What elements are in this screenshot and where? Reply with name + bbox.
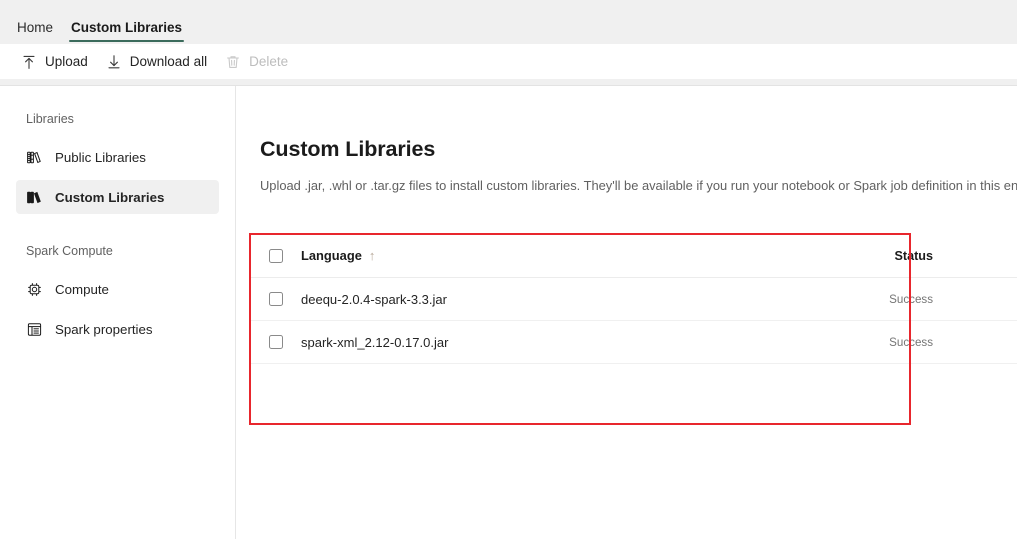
row-status: Success xyxy=(889,335,933,349)
sidebar-item-compute[interactable]: Compute xyxy=(16,272,219,306)
download-all-button[interactable]: Download all xyxy=(97,48,216,76)
tab-custom-libraries[interactable]: Custom Libraries xyxy=(62,20,191,45)
row-status: Success xyxy=(889,292,933,306)
column-header-status[interactable]: Status xyxy=(823,249,934,263)
upload-button[interactable]: Upload xyxy=(12,48,97,76)
toolbar-divider xyxy=(0,79,1017,86)
column-header-language[interactable]: Language ↑ xyxy=(283,248,823,263)
row-library-name: deequ-2.0.4-spark-3.3.jar xyxy=(301,291,447,307)
tab-strip: Home Custom Libraries xyxy=(0,0,1017,44)
row-checkbox[interactable] xyxy=(269,335,283,349)
delete-label: Delete xyxy=(249,54,289,69)
libraries-table: Language ↑ Status deequ-2.0.4-spark-3.3.… xyxy=(249,234,1017,406)
table-header-row: Language ↑ Status xyxy=(249,234,1017,278)
table-row[interactable]: spark-xml_2.12-0.17.0.jar Success xyxy=(249,321,1017,364)
page-body: Libraries Public Libraries Custom Librar… xyxy=(0,86,1017,539)
trash-icon xyxy=(225,54,241,70)
download-icon xyxy=(106,54,122,70)
upload-label: Upload xyxy=(45,54,88,69)
sidebar-item-spark-properties[interactable]: Spark properties xyxy=(16,312,219,346)
spark-properties-icon xyxy=(26,321,43,338)
sidebar-item-custom-libraries[interactable]: Custom Libraries xyxy=(16,180,219,214)
page-description: Upload .jar, .whl or .tar.gz files to in… xyxy=(260,178,1017,193)
sidebar-group-libraries: Libraries xyxy=(26,112,74,126)
select-all-checkbox[interactable] xyxy=(269,248,283,263)
download-all-label: Download all xyxy=(129,54,208,69)
sidebar-group-spark-compute: Spark Compute xyxy=(26,244,113,258)
custom-libraries-icon xyxy=(26,189,43,206)
page-title: Custom Libraries xyxy=(260,137,436,161)
main-content: Custom Libraries Upload .jar, .whl or .t… xyxy=(236,86,1017,539)
table-row[interactable]: deequ-2.0.4-spark-3.3.jar Success xyxy=(249,278,1017,321)
tab-home[interactable]: Home xyxy=(8,20,62,45)
sidebar-item-label: Custom Libraries xyxy=(55,189,165,205)
sidebar-item-label: Spark properties xyxy=(55,321,153,337)
column-header-language-label: Language xyxy=(301,248,362,263)
compute-chip-icon xyxy=(26,281,43,298)
sidebar-item-label: Compute xyxy=(55,281,109,297)
sidebar-item-public-libraries[interactable]: Public Libraries xyxy=(16,140,219,174)
sidebar-item-label: Public Libraries xyxy=(55,149,146,165)
app-root: Home Custom Libraries Upload Download al… xyxy=(0,0,1017,539)
delete-button: Delete xyxy=(216,48,297,76)
sidebar: Libraries Public Libraries Custom Librar… xyxy=(0,86,236,539)
public-libraries-icon xyxy=(26,149,43,166)
sort-ascending-icon: ↑ xyxy=(368,248,376,263)
command-toolbar: Upload Download all Delete xyxy=(0,44,1017,79)
row-library-name: spark-xml_2.12-0.17.0.jar xyxy=(301,334,449,350)
row-checkbox[interactable] xyxy=(269,292,283,306)
table-empty-filler xyxy=(249,364,1017,406)
upload-icon xyxy=(21,54,37,70)
